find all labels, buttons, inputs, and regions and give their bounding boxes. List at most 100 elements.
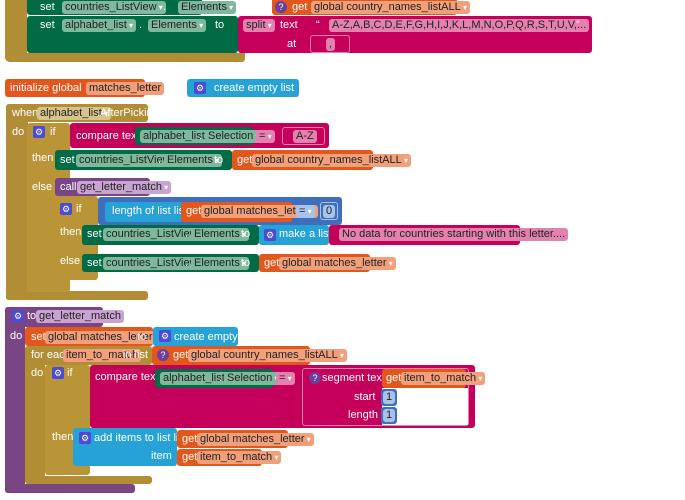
if-label: if	[76, 203, 82, 215]
set-label: set	[31, 331, 46, 343]
to-label: to	[241, 228, 251, 240]
variable-dropdown[interactable]: item_to_match	[197, 451, 282, 464]
quote-mark: ”	[576, 19, 580, 31]
gear-icon[interactable]: ⚙	[33, 126, 45, 138]
length-value[interactable]: 1	[383, 409, 396, 422]
then-label: then	[32, 152, 54, 164]
variable-name-field[interactable]: matches_letter	[86, 82, 165, 95]
variable-dropdown[interactable]: global country_names_listALL	[311, 1, 471, 14]
component-dropdown[interactable]: countries_ListView	[62, 1, 166, 14]
set-label: set	[87, 228, 102, 240]
property-dropdown[interactable]: Elements	[178, 1, 237, 14]
get-label: get	[182, 451, 198, 463]
variable-dropdown[interactable]: global country_names_listALL	[252, 154, 412, 167]
get-label: get	[292, 1, 308, 13]
to-label: to	[215, 19, 225, 31]
number-value[interactable]: 0	[323, 205, 336, 218]
operator-dropdown[interactable]: =	[256, 130, 275, 143]
set-label: set	[87, 257, 102, 269]
help-icon: ?	[275, 1, 287, 13]
component-dropdown[interactable]: alphabet_list	[62, 19, 137, 32]
dot-label: .	[199, 130, 203, 142]
length-label: length	[348, 409, 378, 421]
to-label: to	[241, 257, 251, 269]
dot-label: .	[139, 19, 143, 31]
set-label: set	[60, 154, 75, 166]
get-label: get	[237, 154, 253, 166]
gear-icon[interactable]: ⚙	[159, 330, 171, 342]
for-each-bottom	[25, 476, 152, 484]
start-value[interactable]: 1	[383, 391, 396, 404]
get-label: get	[386, 372, 402, 384]
variable-dropdown[interactable]: global country_names_listALL	[188, 349, 348, 362]
at-label: at	[287, 38, 297, 50]
get-label: get	[186, 205, 202, 217]
gear-icon[interactable]: ⚙	[194, 82, 206, 94]
do-label: do	[31, 367, 44, 379]
do-label: do	[12, 126, 25, 138]
control-block-bottom[interactable]	[5, 53, 245, 62]
help-icon: ?	[309, 372, 321, 384]
gear-icon[interactable]: ⚙	[79, 432, 91, 444]
when-label: when	[12, 107, 39, 119]
procedure-name-field[interactable]: get_letter_match	[36, 310, 124, 323]
property-dropdown[interactable]: Selection	[205, 130, 263, 143]
start-label: start	[354, 391, 376, 403]
add-items-label: add items to list list	[94, 432, 187, 444]
variable-dropdown[interactable]: global matches_letter	[279, 257, 396, 270]
get-label: get	[264, 257, 280, 269]
message-text[interactable]: No data for countries starting with this…	[339, 228, 569, 241]
set-label: set	[40, 1, 55, 13]
event-block-bottom	[6, 291, 148, 300]
create-empty-list-label: create empty list	[174, 331, 255, 343]
do-label: do	[10, 330, 23, 342]
text-value[interactable]: A-Z	[293, 130, 317, 143]
to-label: to	[214, 154, 224, 166]
item-label: item	[151, 450, 172, 462]
gear-icon[interactable]: ⚙	[12, 310, 24, 322]
make-a-list-label: make a list	[279, 228, 332, 240]
at-value[interactable]: ,	[326, 38, 336, 51]
else-label: else	[60, 255, 81, 267]
set-label: set	[40, 19, 55, 31]
get-label: get	[182, 433, 198, 445]
variable-dropdown[interactable]: item_to_match	[401, 372, 486, 385]
to-label: to	[137, 331, 147, 343]
initialize-label: initialize global	[10, 82, 82, 94]
gear-icon[interactable]: ⚙	[52, 367, 64, 379]
dot-label: .	[185, 228, 189, 240]
property-dropdown[interactable]: Elements	[148, 19, 207, 32]
gear-icon[interactable]: ⚙	[264, 229, 276, 241]
dot-label: .	[158, 154, 162, 166]
operator-dropdown[interactable]: =	[296, 205, 315, 218]
get-label: get	[173, 349, 189, 361]
if-block-bottom	[27, 284, 70, 292]
text-label: text	[280, 19, 298, 31]
property-dropdown[interactable]: Selection	[224, 372, 282, 385]
if-label: if	[50, 126, 56, 138]
component-dropdown[interactable]: alphabet_list	[140, 130, 215, 143]
to-label: to	[243, 1, 253, 13]
gear-icon[interactable]: ⚙	[60, 203, 72, 215]
then-label: then	[60, 226, 82, 238]
else-label: else	[32, 181, 53, 193]
to-label: to	[27, 310, 37, 322]
if-label: if	[67, 367, 73, 379]
component-dropdown[interactable]: alphabet_list	[160, 372, 235, 385]
event-name: .AfterPicking	[97, 107, 159, 119]
dot-label: .	[163, 1, 167, 13]
procedure-bottom	[5, 484, 135, 493]
help-icon: ?	[157, 349, 169, 361]
procedure-dropdown[interactable]: get_letter_match	[77, 181, 172, 194]
variable-dropdown[interactable]: global matches_letter	[197, 433, 314, 446]
dot-label: .	[219, 372, 223, 384]
call-label: call	[60, 181, 77, 193]
create-empty-list-label: create empty list	[214, 82, 295, 94]
compare-texts-label: compare texts	[95, 371, 165, 383]
quote-mark: “	[316, 19, 320, 31]
segment-text-label: segment text	[322, 372, 385, 384]
text-value[interactable]: A-Z,A,B,C,D,E,F,G,H,I,J,K,L,M,N,O,P,Q,R,…	[329, 19, 590, 32]
operator-dropdown[interactable]: =	[276, 372, 295, 385]
split-dropdown[interactable]: split	[243, 19, 275, 32]
length-of-list-label: length of list list	[112, 205, 188, 217]
